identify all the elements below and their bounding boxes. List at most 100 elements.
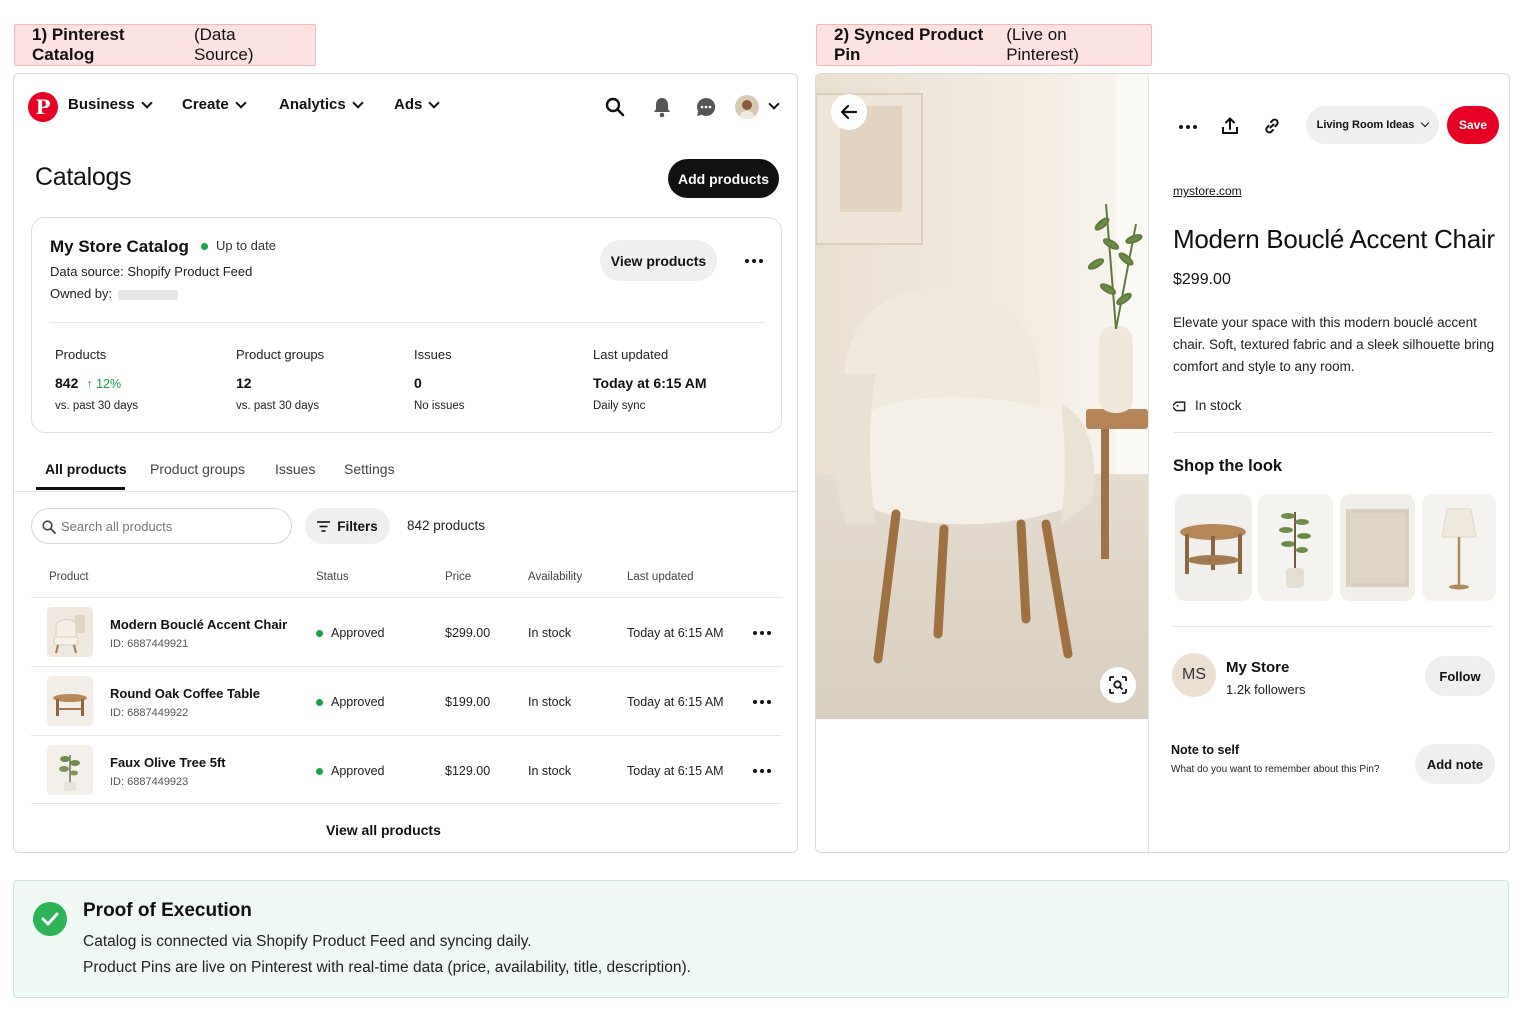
chair-thumbnail xyxy=(47,607,93,657)
nav-ads[interactable]: Ads xyxy=(394,96,441,113)
stat-updated-label: Last updated xyxy=(593,347,669,362)
nav-analytics-label: Analytics xyxy=(279,96,346,113)
account-chevron-down-icon[interactable] xyxy=(768,98,780,110)
back-button[interactable] xyxy=(831,94,867,130)
catalog-name: My Store Catalog xyxy=(50,237,189,256)
product-availability: In stock xyxy=(528,626,572,640)
note-title: Note to self xyxy=(1171,743,1240,757)
view-products-button[interactable]: View products xyxy=(600,240,717,281)
image-divider xyxy=(1148,74,1149,852)
table-row[interactable]: Modern Bouclé Accent Chair ID: 688744992… xyxy=(31,597,782,665)
notifications-bell-icon[interactable] xyxy=(651,96,673,118)
nav-create[interactable]: Create xyxy=(182,96,247,113)
search-icon[interactable] xyxy=(604,96,626,118)
col-availability: Availability xyxy=(528,571,583,583)
add-products-button[interactable]: Add products xyxy=(668,159,779,198)
avatar[interactable] xyxy=(735,95,759,119)
messages-icon[interactable] xyxy=(695,96,717,118)
link-icon[interactable] xyxy=(1261,115,1283,137)
view-all-products-link[interactable]: View all products xyxy=(326,822,441,838)
note-prompt: What do you want to remember about this … xyxy=(1171,764,1380,775)
board-selector[interactable]: Living Room Ideas xyxy=(1306,106,1439,144)
pin-title: Modern Bouclé Accent Chair xyxy=(1173,224,1495,254)
store-name[interactable]: My Store xyxy=(1226,659,1289,676)
row-more-icon[interactable] xyxy=(753,769,771,773)
product-updated: Today at 6:15 AM xyxy=(627,695,724,709)
proof-line-2: Product Pins are live on Pinterest with … xyxy=(83,959,691,976)
share-icon[interactable] xyxy=(1219,115,1241,137)
tag-icon xyxy=(1173,400,1186,411)
stock-status: In stock xyxy=(1173,398,1242,413)
filters-button[interactable]: Filters xyxy=(305,508,390,544)
product-id: ID: 6887449923 xyxy=(110,776,189,788)
store-followers: 1.2k followers xyxy=(1226,682,1306,697)
pin-price: $299.00 xyxy=(1173,271,1231,288)
shop-item-lamp[interactable] xyxy=(1422,494,1496,601)
tab-issues[interactable]: Issues xyxy=(275,461,315,477)
add-note-button[interactable]: Add note xyxy=(1415,744,1495,784)
table-thumbnail xyxy=(47,676,93,726)
shop-item-plant[interactable] xyxy=(1258,494,1333,601)
stat-updated-sub: Daily sync xyxy=(593,400,646,412)
follow-button[interactable]: Follow xyxy=(1425,656,1495,696)
nav-ads-label: Ads xyxy=(394,96,423,113)
owned-by-text: Owned by: xyxy=(50,286,113,301)
approved-dot xyxy=(316,699,323,707)
pinterest-logo-icon[interactable]: P xyxy=(28,92,58,122)
nav-business[interactable]: Business xyxy=(68,96,153,113)
step1-title: 1) Pinterest Catalog xyxy=(32,25,125,64)
source-domain-link[interactable]: mystore.com xyxy=(1173,184,1242,198)
tab-active-underline xyxy=(36,487,125,490)
row-more-icon[interactable] xyxy=(753,700,771,704)
save-button[interactable]: Save xyxy=(1447,106,1499,144)
pin-description: Elevate your space with this modern bouc… xyxy=(1173,315,1495,374)
stat-products-change: ↑ 12% xyxy=(86,377,122,391)
stock-text: In stock xyxy=(1195,398,1242,413)
tab-all-products[interactable]: All products xyxy=(45,461,127,477)
search-icon xyxy=(42,520,56,534)
status-badge: Up to date xyxy=(201,238,276,253)
stat-change-text: 12% xyxy=(96,377,122,391)
tab-settings[interactable]: Settings xyxy=(344,461,395,477)
pin-image xyxy=(816,74,1148,719)
tab-product-groups[interactable]: Product groups xyxy=(150,461,245,477)
status-text: Up to date xyxy=(216,238,276,253)
shop-item-rug[interactable] xyxy=(1340,494,1415,601)
step2-title: 2) Synced Product Pin xyxy=(834,25,984,64)
filters-label: Filters xyxy=(337,518,378,534)
store-initials: MS xyxy=(1182,666,1206,683)
stat-products-number: 842 xyxy=(55,375,79,391)
product-availability: In stock xyxy=(528,695,572,709)
product-status: Approved xyxy=(316,695,385,709)
divider xyxy=(1173,432,1493,433)
chevron-down-icon xyxy=(428,96,441,109)
chevron-down-icon xyxy=(1421,118,1430,128)
stat-issues-label: Issues xyxy=(414,347,452,362)
status-text: Approved xyxy=(331,626,385,640)
approved-dot xyxy=(316,768,323,776)
row-more-icon[interactable] xyxy=(753,631,771,635)
catalog-panel: P Business Create Analytics Ads Catalogs… xyxy=(13,73,798,853)
pin-more-icon[interactable] xyxy=(1179,125,1197,129)
stat-updated-value: Today at 6:15 AM xyxy=(593,375,707,391)
filter-icon xyxy=(317,520,331,532)
table-row[interactable]: Round Oak Coffee Table ID: 6887449922 Ap… xyxy=(31,666,782,734)
store-avatar[interactable]: MS xyxy=(1172,653,1216,697)
stat-issues-value: 0 xyxy=(414,375,422,391)
catalog-tabs: All products Product groups Issues Setti… xyxy=(14,454,797,492)
table-row[interactable]: Faux Olive Tree 5ft ID: 6887449923 Appro… xyxy=(31,735,782,804)
col-last-updated: Last updated xyxy=(627,571,694,583)
board-name: Living Room Ideas xyxy=(1316,119,1415,131)
step2-note: (Live on Pinterest) xyxy=(1006,25,1079,64)
product-name: Faux Olive Tree 5ft xyxy=(110,755,226,770)
card-divider xyxy=(50,322,765,323)
visual-search-button[interactable] xyxy=(1100,667,1136,703)
shop-item-table[interactable] xyxy=(1175,494,1252,601)
nav-analytics[interactable]: Analytics xyxy=(279,96,364,113)
status-text: Approved xyxy=(331,764,385,778)
catalog-more-icon[interactable] xyxy=(745,259,763,263)
product-name: Modern Bouclé Accent Chair xyxy=(110,617,288,632)
proof-of-execution: Proof of Execution Catalog is connected … xyxy=(13,880,1509,998)
search-input[interactable]: Search all products xyxy=(31,508,292,544)
stat-groups-value: 12 xyxy=(236,375,252,391)
